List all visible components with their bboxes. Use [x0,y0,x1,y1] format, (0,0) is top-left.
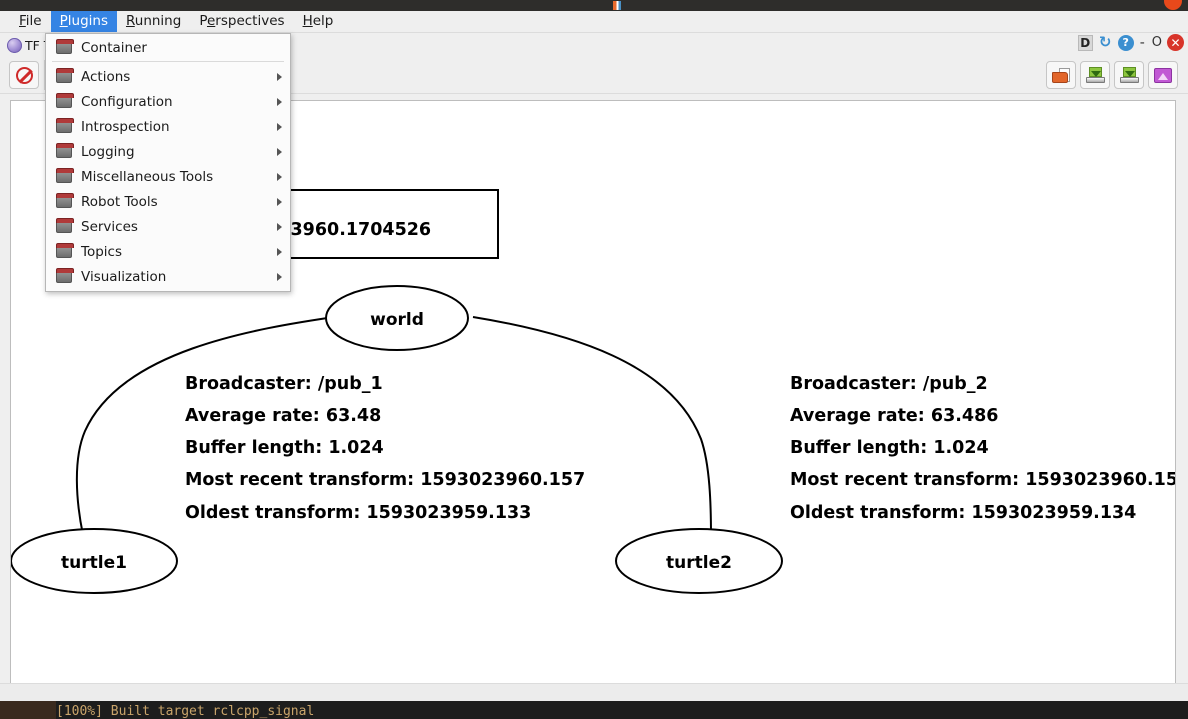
edge-stats-pub2-oldest-transform: Oldest transform: 1593023959.134 [790,503,1136,523]
menu-item-robot-tools[interactable]: Robot Tools [46,189,290,214]
chevron-right-icon [277,122,282,131]
menu-item-label: Robot Tools [81,193,158,210]
refresh-icon[interactable]: ↻ [1097,34,1114,51]
menu-item-services[interactable]: Services [46,214,290,239]
menu-item-label: Container [81,39,147,56]
chevron-right-icon [277,272,282,281]
chevron-right-icon [277,97,282,106]
menu-item-actions[interactable]: Actions [46,64,290,89]
stop-icon [15,66,33,84]
edge-stats-pub1: Broadcaster: /pub_1 Average rate: 63.48 … [185,374,585,523]
menu-help[interactable]: Help [294,11,343,32]
menu-item-label: Configuration [81,93,173,110]
chevron-right-icon [277,147,282,156]
edge-stats-pub2-broadcaster: Broadcaster: /pub_2 [790,374,988,394]
menu-item-label: Introspection [81,118,170,135]
save-as-button[interactable] [1114,61,1144,89]
edge-stats-pub1-oldest-transform: Oldest transform: 1593023959.133 [185,503,531,523]
menu-item-topics[interactable]: Topics [46,239,290,264]
edge-stats-pub2-buffer-length: Buffer length: 1.024 [790,438,989,458]
node-turtle2-label: turtle2 [666,553,732,573]
menu-separator [52,61,284,62]
open-file-button[interactable] [1046,61,1076,89]
menu-item-label: Topics [81,243,122,260]
desktop-top-panel [0,0,1188,11]
menu-plugins[interactable]: Plugins [50,11,117,32]
globe-icon [7,38,22,53]
open-file-icon [1052,67,1070,83]
save-icon [1085,67,1105,83]
menu-item-container[interactable]: Container [46,35,290,60]
chevron-right-icon [277,72,282,81]
help-icon[interactable]: ? [1117,34,1134,51]
menu-item-logging[interactable]: Logging [46,139,290,164]
menu-item-label: Services [81,218,138,235]
folder-icon [56,118,74,133]
folder-icon [56,39,74,54]
menu-item-introspection[interactable]: Introspection [46,114,290,139]
screen: File Plugins Running Perspectives Help T… [0,0,1188,719]
edge-stats-pub1-buffer-length: Buffer length: 1.024 [185,438,384,458]
folder-icon [56,268,74,283]
menu-item-miscellaneous-tools[interactable]: Miscellaneous Tools [46,164,290,189]
edge-stats-pub2-average-rate: Average rate: 63.486 [790,406,998,426]
save-image-button[interactable] [1148,61,1178,89]
terminal-left-strip [0,701,56,719]
folder-icon [56,243,74,258]
edge-stats-pub2-most-recent-transform: Most recent transform: 1593023960.157 [790,470,1176,490]
menu-item-label: Actions [81,68,131,85]
menu-item-visualization[interactable]: Visualization [46,264,290,289]
folder-icon [56,93,74,108]
stop-button[interactable] [9,61,39,89]
chevron-right-icon [277,247,282,256]
node-world-label: world [370,310,424,330]
maximize-icon[interactable]: O [1151,35,1163,50]
dock-icon[interactable]: D [1077,34,1093,51]
node-turtle1-label: turtle1 [61,553,127,573]
edge-stats-pub1-most-recent-transform: Most recent transform: 1593023960.157 [185,470,585,490]
terminal-output-line: [100%] Built target rclcpp_signal [56,704,315,719]
chevron-right-icon [277,172,282,181]
window-controls: D ↻ ? - O ✕ [1077,34,1184,51]
edge-stats-pub2: Broadcaster: /pub_2 Average rate: 63.486… [790,374,1176,523]
menubar: File Plugins Running Perspectives Help [0,11,1188,33]
folder-icon [56,68,74,83]
menu-item-label: Miscellaneous Tools [81,168,214,185]
save-image-icon [1154,67,1172,83]
close-dot[interactable] [1164,0,1182,10]
menu-item-label: Logging [81,143,135,160]
edge-stats-pub1-average-rate: Average rate: 63.48 [185,406,381,426]
chevron-right-icon [277,197,282,206]
save-button[interactable] [1080,61,1110,89]
plugins-dropdown-menu[interactable]: Container Actions Configuration Introspe… [45,33,291,292]
menu-file[interactable]: File [10,11,51,32]
edge-stats-pub1-broadcaster: Broadcaster: /pub_1 [185,374,383,394]
folder-icon [56,193,74,208]
folder-icon [56,143,74,158]
statusbar [0,683,1188,701]
chevron-right-icon [277,222,282,231]
ubuntu-indicator-icon [613,1,621,10]
close-icon[interactable]: ✕ [1167,34,1184,51]
menu-perspectives[interactable]: Perspectives [190,11,293,32]
menu-item-label: Visualization [81,268,167,285]
menu-running[interactable]: Running [117,11,190,32]
minimize-icon[interactable]: - [1138,35,1147,51]
terminal-background: [100%] Built target rclcpp_signal [0,701,1188,719]
save-as-icon [1119,67,1139,83]
folder-icon [56,218,74,233]
menu-item-configuration[interactable]: Configuration [46,89,290,114]
folder-icon [56,168,74,183]
